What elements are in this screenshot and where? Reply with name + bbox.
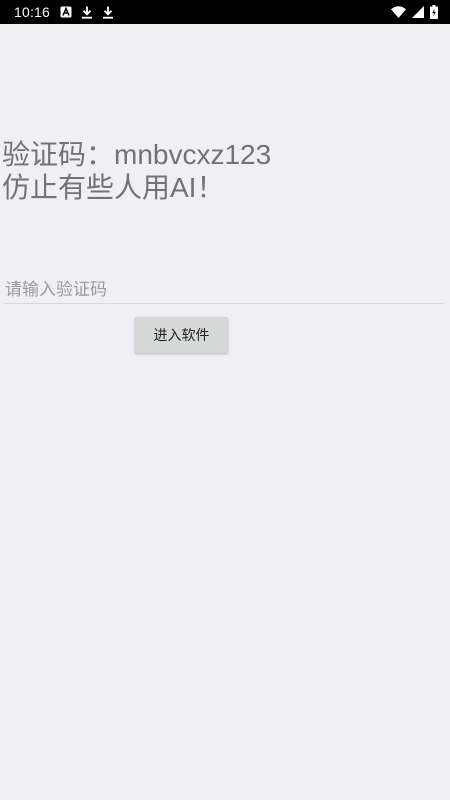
captcha-warning-text: 仿止有些人用AI！ <box>2 172 225 203</box>
captcha-code-text: 验证码：mnbvcxz123 <box>2 139 272 170</box>
download-icon <box>81 6 93 19</box>
captcha-prompt: 验证码：mnbvcxz123 仿止有些人用AI！ <box>2 138 271 204</box>
status-system-icons <box>391 4 438 20</box>
status-bar: 10:16 <box>0 0 450 24</box>
enter-app-button[interactable]: 进入软件 <box>135 317 228 353</box>
status-time: 10:16 <box>14 4 51 20</box>
battery-charging-icon <box>430 5 438 19</box>
captcha-input[interactable] <box>4 276 444 304</box>
status-notification-icons <box>60 4 114 20</box>
font-a-icon <box>60 6 72 18</box>
cell-signal-icon <box>412 6 424 18</box>
download-icon <box>102 6 114 19</box>
wifi-icon <box>391 6 406 18</box>
